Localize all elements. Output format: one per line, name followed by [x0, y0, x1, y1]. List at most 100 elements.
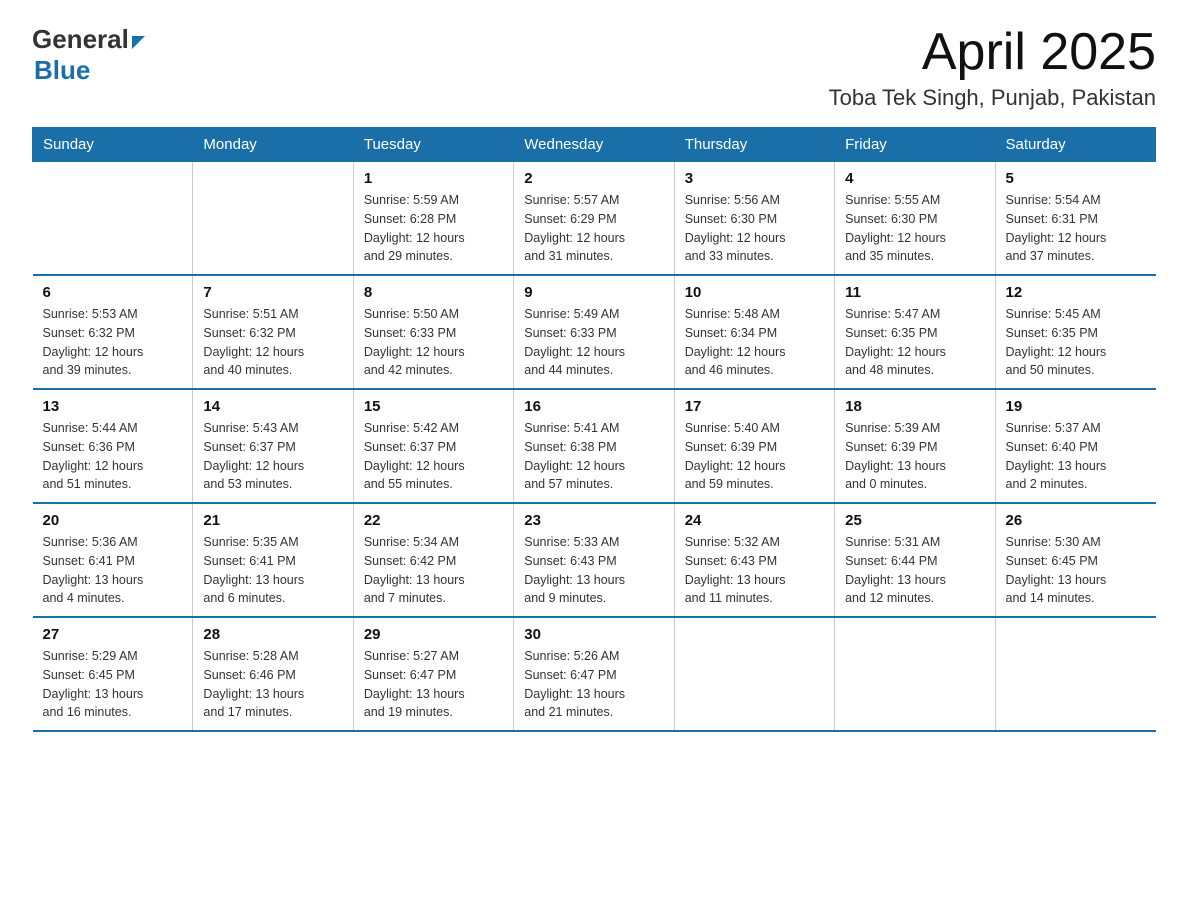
calendar-cell: 6 Sunrise: 5:53 AM Sunset: 6:32 PM Daylig… — [33, 275, 193, 389]
day-info: Sunrise: 5:41 AM Sunset: 6:38 PM Dayligh… — [524, 419, 663, 494]
calendar-cell: 5 Sunrise: 5:54 AM Sunset: 6:31 PM Daylig… — [995, 162, 1155, 276]
calendar-cell — [674, 617, 834, 731]
day-number: 20 — [43, 512, 183, 529]
day-info: Sunrise: 5:47 AM Sunset: 6:35 PM Dayligh… — [845, 305, 984, 380]
day-info: Sunrise: 5:33 AM Sunset: 6:43 PM Dayligh… — [524, 533, 663, 608]
calendar-cell: 9 Sunrise: 5:49 AM Sunset: 6:33 PM Daylig… — [514, 275, 674, 389]
calendar-cell: 14 Sunrise: 5:43 AM Sunset: 6:37 PM Dayli… — [193, 389, 353, 503]
day-info: Sunrise: 5:37 AM Sunset: 6:40 PM Dayligh… — [1006, 419, 1146, 494]
day-number: 6 — [43, 284, 183, 301]
day-number: 3 — [685, 170, 824, 187]
calendar-week-row: 1 Sunrise: 5:59 AM Sunset: 6:28 PM Daylig… — [33, 162, 1156, 276]
calendar-cell: 4 Sunrise: 5:55 AM Sunset: 6:30 PM Daylig… — [835, 162, 995, 276]
logo-blue-text: Blue — [34, 55, 145, 86]
day-number: 4 — [845, 170, 984, 187]
day-number: 21 — [203, 512, 342, 529]
day-info: Sunrise: 5:56 AM Sunset: 6:30 PM Dayligh… — [685, 191, 824, 266]
day-number: 1 — [364, 170, 503, 187]
day-info: Sunrise: 5:45 AM Sunset: 6:35 PM Dayligh… — [1006, 305, 1146, 380]
day-number: 2 — [524, 170, 663, 187]
day-info: Sunrise: 5:29 AM Sunset: 6:45 PM Dayligh… — [43, 647, 183, 722]
day-info: Sunrise: 5:28 AM Sunset: 6:46 PM Dayligh… — [203, 647, 342, 722]
day-number: 10 — [685, 284, 824, 301]
day-number: 16 — [524, 398, 663, 415]
day-info: Sunrise: 5:53 AM Sunset: 6:32 PM Dayligh… — [43, 305, 183, 380]
calendar-cell: 28 Sunrise: 5:28 AM Sunset: 6:46 PM Dayli… — [193, 617, 353, 731]
day-number: 28 — [203, 626, 342, 643]
day-info: Sunrise: 5:35 AM Sunset: 6:41 PM Dayligh… — [203, 533, 342, 608]
day-number: 11 — [845, 284, 984, 301]
day-info: Sunrise: 5:59 AM Sunset: 6:28 PM Dayligh… — [364, 191, 503, 266]
day-info: Sunrise: 5:40 AM Sunset: 6:39 PM Dayligh… — [685, 419, 824, 494]
column-header-tuesday: Tuesday — [353, 128, 513, 162]
column-header-friday: Friday — [835, 128, 995, 162]
calendar-cell: 25 Sunrise: 5:31 AM Sunset: 6:44 PM Dayli… — [835, 503, 995, 617]
day-info: Sunrise: 5:42 AM Sunset: 6:37 PM Dayligh… — [364, 419, 503, 494]
calendar-cell: 12 Sunrise: 5:45 AM Sunset: 6:35 PM Dayli… — [995, 275, 1155, 389]
day-number: 30 — [524, 626, 663, 643]
calendar-cell — [33, 162, 193, 276]
calendar-cell: 30 Sunrise: 5:26 AM Sunset: 6:47 PM Dayli… — [514, 617, 674, 731]
calendar-cell: 15Sunrise: 5:42 AM Sunset: 6:37 PM Dayli… — [353, 389, 513, 503]
calendar-week-row: 27 Sunrise: 5:29 AM Sunset: 6:45 PM Dayli… — [33, 617, 1156, 731]
column-header-saturday: Saturday — [995, 128, 1155, 162]
day-info: Sunrise: 5:49 AM Sunset: 6:33 PM Dayligh… — [524, 305, 663, 380]
calendar-cell: 21 Sunrise: 5:35 AM Sunset: 6:41 PM Dayli… — [193, 503, 353, 617]
calendar-cell: 2Sunrise: 5:57 AM Sunset: 6:29 PM Daylig… — [514, 162, 674, 276]
day-info: Sunrise: 5:31 AM Sunset: 6:44 PM Dayligh… — [845, 533, 984, 608]
logo: General Blue — [32, 24, 145, 86]
calendar-cell: 29 Sunrise: 5:27 AM Sunset: 6:47 PM Dayli… — [353, 617, 513, 731]
day-info: Sunrise: 5:30 AM Sunset: 6:45 PM Dayligh… — [1006, 533, 1146, 608]
day-number: 24 — [685, 512, 824, 529]
calendar-cell: 16 Sunrise: 5:41 AM Sunset: 6:38 PM Dayli… — [514, 389, 674, 503]
day-number: 22 — [364, 512, 503, 529]
day-info: Sunrise: 5:27 AM Sunset: 6:47 PM Dayligh… — [364, 647, 503, 722]
day-info: Sunrise: 5:34 AM Sunset: 6:42 PM Dayligh… — [364, 533, 503, 608]
calendar-cell: 10 Sunrise: 5:48 AM Sunset: 6:34 PM Dayli… — [674, 275, 834, 389]
day-number: 27 — [43, 626, 183, 643]
day-number: 7 — [203, 284, 342, 301]
calendar-cell: 23 Sunrise: 5:33 AM Sunset: 6:43 PM Dayli… — [514, 503, 674, 617]
calendar-cell — [835, 617, 995, 731]
day-number: 18 — [845, 398, 984, 415]
day-number: 12 — [1006, 284, 1146, 301]
day-number: 5 — [1006, 170, 1146, 187]
day-info: Sunrise: 5:26 AM Sunset: 6:47 PM Dayligh… — [524, 647, 663, 722]
calendar-header-row: SundayMondayTuesdayWednesdayThursdayFrid… — [33, 128, 1156, 162]
day-info: Sunrise: 5:50 AM Sunset: 6:33 PM Dayligh… — [364, 305, 503, 380]
column-header-sunday: Sunday — [33, 128, 193, 162]
day-number: 25 — [845, 512, 984, 529]
day-info: Sunrise: 5:54 AM Sunset: 6:31 PM Dayligh… — [1006, 191, 1146, 266]
day-info: Sunrise: 5:39 AM Sunset: 6:39 PM Dayligh… — [845, 419, 984, 494]
day-number: 13 — [43, 398, 183, 415]
day-number: 19 — [1006, 398, 1146, 415]
day-number: 8 — [364, 284, 503, 301]
calendar-week-row: 20 Sunrise: 5:36 AM Sunset: 6:41 PM Dayli… — [33, 503, 1156, 617]
calendar-table: SundayMondayTuesdayWednesdayThursdayFrid… — [32, 127, 1156, 732]
calendar-cell — [193, 162, 353, 276]
day-number: 9 — [524, 284, 663, 301]
day-info: Sunrise: 5:51 AM Sunset: 6:32 PM Dayligh… — [203, 305, 342, 380]
month-title: April 2025 — [829, 24, 1156, 81]
column-header-thursday: Thursday — [674, 128, 834, 162]
day-info: Sunrise: 5:44 AM Sunset: 6:36 PM Dayligh… — [43, 419, 183, 494]
column-header-wednesday: Wednesday — [514, 128, 674, 162]
day-number: 29 — [364, 626, 503, 643]
calendar-week-row: 6 Sunrise: 5:53 AM Sunset: 6:32 PM Daylig… — [33, 275, 1156, 389]
day-info: Sunrise: 5:55 AM Sunset: 6:30 PM Dayligh… — [845, 191, 984, 266]
calendar-cell: 13 Sunrise: 5:44 AM Sunset: 6:36 PM Dayli… — [33, 389, 193, 503]
day-number: 14 — [203, 398, 342, 415]
calendar-cell — [995, 617, 1155, 731]
calendar-cell: 24Sunrise: 5:32 AM Sunset: 6:43 PM Dayli… — [674, 503, 834, 617]
calendar-cell: 22 Sunrise: 5:34 AM Sunset: 6:42 PM Dayli… — [353, 503, 513, 617]
logo-general-text: General — [32, 24, 129, 55]
column-header-monday: Monday — [193, 128, 353, 162]
calendar-cell: 18 Sunrise: 5:39 AM Sunset: 6:39 PM Dayli… — [835, 389, 995, 503]
day-info: Sunrise: 5:36 AM Sunset: 6:41 PM Dayligh… — [43, 533, 183, 608]
day-number: 23 — [524, 512, 663, 529]
calendar-cell: 1 Sunrise: 5:59 AM Sunset: 6:28 PM Daylig… — [353, 162, 513, 276]
day-number: 26 — [1006, 512, 1146, 529]
calendar-cell: 17Sunrise: 5:40 AM Sunset: 6:39 PM Dayli… — [674, 389, 834, 503]
day-info: Sunrise: 5:43 AM Sunset: 6:37 PM Dayligh… — [203, 419, 342, 494]
day-info: Sunrise: 5:48 AM Sunset: 6:34 PM Dayligh… — [685, 305, 824, 380]
